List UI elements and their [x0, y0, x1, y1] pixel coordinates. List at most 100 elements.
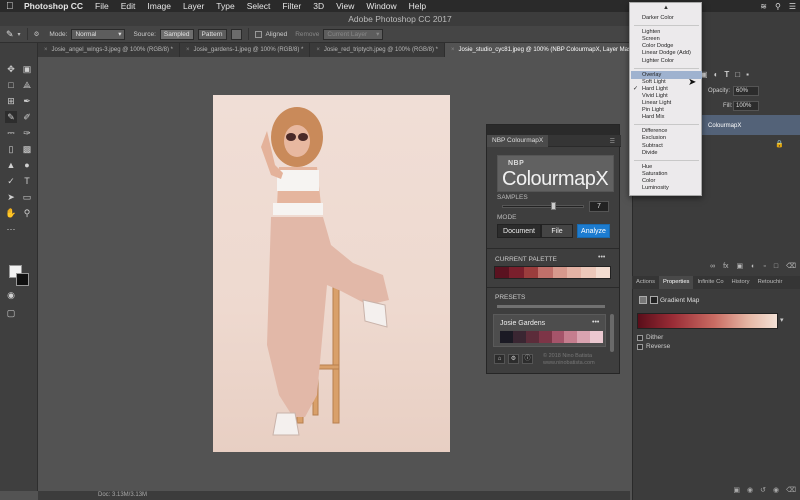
tab-retouching[interactable]: Retouchir	[754, 276, 787, 289]
lasso-tool-icon[interactable]: ⟁	[21, 79, 33, 91]
healing-brush-icon[interactable]: ✎	[6, 29, 14, 40]
mode-select[interactable]: Normal ▾	[71, 28, 126, 40]
quick-mask-icon[interactable]: ◉	[5, 289, 17, 301]
background-color-swatch[interactable]	[16, 273, 29, 286]
menu-3d[interactable]: 3D	[307, 1, 330, 11]
close-icon[interactable]: ×	[316, 43, 320, 57]
close-icon[interactable]: ×	[186, 43, 190, 57]
brush-tool-icon[interactable]: ✐	[21, 111, 33, 123]
blend-mode-option[interactable]: Divide	[642, 150, 658, 157]
close-icon[interactable]: ×	[44, 43, 48, 57]
scroll-up-icon[interactable]: ▲	[663, 5, 669, 11]
samples-slider-handle[interactable]	[550, 202, 556, 210]
view-previous-icon[interactable]: ◉	[747, 486, 753, 496]
blend-mode-option[interactable]: Saturation	[642, 171, 668, 178]
type-tool-icon[interactable]: T	[21, 175, 33, 187]
blend-mode-dropdown[interactable]: ▲ Darker Color Lighten Screen Color Dodge Li…	[629, 2, 702, 196]
presets-scrollbar[interactable]	[610, 314, 614, 352]
sampled-button[interactable]: Sampled	[159, 28, 194, 40]
artboard-tool-icon[interactable]: ▣	[21, 63, 33, 75]
samples-slider[interactable]	[502, 205, 584, 208]
blend-mode-option[interactable]: Vivid Light	[642, 93, 668, 100]
reset-icon[interactable]: ↺	[760, 486, 766, 496]
preset-menu-icon[interactable]: •••	[592, 319, 599, 326]
crop-tool-icon[interactable]: ⊞	[5, 95, 17, 107]
new-layer-icon[interactable]: □	[774, 263, 778, 270]
filter-shape-icon[interactable]: □	[735, 70, 740, 80]
trash-icon[interactable]: ⌫	[786, 262, 796, 270]
current-palette-menu-icon[interactable]: •••	[598, 254, 605, 261]
screen-mode-icon[interactable]: ▢	[5, 307, 17, 319]
blend-mode-option[interactable]: Difference	[642, 128, 667, 135]
blend-mode-option[interactable]: Pin Light	[642, 107, 664, 114]
menu-photoshop[interactable]: Photoshop CC	[18, 1, 89, 11]
adjustment-icon[interactable]: ◐	[751, 263, 755, 270]
menu-window[interactable]: Window	[360, 1, 402, 11]
tab-document-active[interactable]: × Josie_studio_cyc81.jpeg @ 100% (NBP Col…	[445, 43, 652, 57]
menu-select[interactable]: Select	[241, 1, 277, 11]
healing-brush-tool-icon[interactable]: ✎	[5, 111, 17, 123]
chevron-down-icon[interactable]: ▾	[780, 316, 784, 324]
tab-properties[interactable]: Properties	[659, 276, 694, 289]
tab-document[interactable]: × Josie_gardens-1.jpeg @ 100% (RGB/8) *	[180, 43, 311, 57]
shape-tool-icon[interactable]: ▭	[21, 191, 33, 203]
apple-icon[interactable]: 	[6, 1, 18, 12]
menu-file[interactable]: File	[89, 1, 115, 11]
blend-mode-option[interactable]: Hard Light	[642, 86, 668, 93]
gradient-tool-icon[interactable]: ▩	[21, 143, 33, 155]
document-canvas[interactable]	[213, 95, 450, 452]
clone-stamp-tool-icon[interactable]: ⎓	[5, 127, 17, 139]
brush-settings-icon[interactable]: ⚙	[34, 30, 40, 38]
zoom-tool-icon[interactable]: ⚲	[21, 207, 33, 219]
mode-file-button[interactable]: File	[541, 224, 573, 238]
pen-tool-icon[interactable]: ✓	[5, 175, 17, 187]
blend-mode-option[interactable]: Lighten	[642, 29, 660, 36]
fill-input[interactable]: 100%	[733, 101, 759, 111]
menu-edit[interactable]: Edit	[115, 1, 142, 11]
tab-document[interactable]: × Josie_red_triptych.jpeg @ 100% (RGB/8) …	[310, 43, 446, 57]
blend-mode-option[interactable]: Hue	[642, 164, 652, 171]
menu-image[interactable]: Image	[141, 1, 177, 11]
folder-icon[interactable]: ▫	[763, 263, 765, 270]
wifi-icon[interactable]: ≋	[760, 2, 767, 11]
adjustment-layer-icon[interactable]	[639, 296, 647, 304]
sample-layer-select[interactable]: Current Layer ▾	[323, 28, 384, 40]
blend-mode-option[interactable]: Screen	[642, 36, 660, 43]
panel-menu-icon[interactable]: ☰	[610, 138, 615, 145]
search-icon[interactable]: ⚲	[775, 2, 781, 11]
eraser-tool-icon[interactable]: ▯	[5, 143, 17, 155]
menu-list-icon[interactable]: ☰	[789, 2, 796, 11]
tab-nbp-colourmapx[interactable]: NBP ColourmapX	[487, 135, 549, 147]
blend-mode-option[interactable]: Overlay	[642, 72, 661, 79]
link-icon[interactable]: ∞	[710, 263, 715, 270]
menu-filter[interactable]: Filter	[276, 1, 307, 11]
gear-icon[interactable]: ⚙	[508, 354, 519, 364]
eyedropper-tool-icon[interactable]: ✒	[21, 95, 33, 107]
menu-layer[interactable]: Layer	[177, 1, 210, 11]
dodge-tool-icon[interactable]: ●	[21, 159, 33, 171]
more-tools-icon[interactable]: ⋯	[5, 223, 17, 235]
blur-tool-icon[interactable]: ▲	[5, 159, 17, 171]
opacity-input[interactable]: 60%	[733, 86, 759, 96]
blend-mode-option[interactable]: Subtract	[642, 143, 663, 150]
close-icon[interactable]: ×	[451, 43, 455, 57]
mask-thumbnail-icon[interactable]	[650, 296, 658, 304]
brush-preset-icon[interactable]: ▾	[18, 31, 21, 38]
current-palette-strip[interactable]	[494, 266, 611, 279]
fx-icon[interactable]: fx	[723, 263, 728, 270]
info-icon[interactable]: ⓘ	[522, 354, 533, 364]
blend-mode-option[interactable]: Linear Dodge (Add)	[642, 50, 691, 57]
blend-mode-option[interactable]: Soft Light	[642, 79, 666, 86]
blend-mode-option[interactable]: Darker Color	[642, 15, 674, 22]
reverse-checkbox[interactable]	[637, 344, 643, 350]
dither-checkbox[interactable]	[637, 335, 643, 341]
pattern-button[interactable]: Pattern	[197, 28, 227, 40]
tab-infinite-color[interactable]: Infinite Co	[693, 276, 727, 289]
menu-help[interactable]: Help	[403, 1, 432, 11]
blend-mode-option[interactable]: Exclusion	[642, 135, 666, 142]
marquee-tool-icon[interactable]: □	[5, 79, 17, 91]
analyze-button[interactable]: Analyze	[577, 224, 610, 238]
clip-icon[interactable]: ▣	[733, 486, 740, 496]
move-tool-icon[interactable]: ✥	[5, 63, 17, 75]
pattern-swatch-icon[interactable]	[230, 28, 242, 40]
